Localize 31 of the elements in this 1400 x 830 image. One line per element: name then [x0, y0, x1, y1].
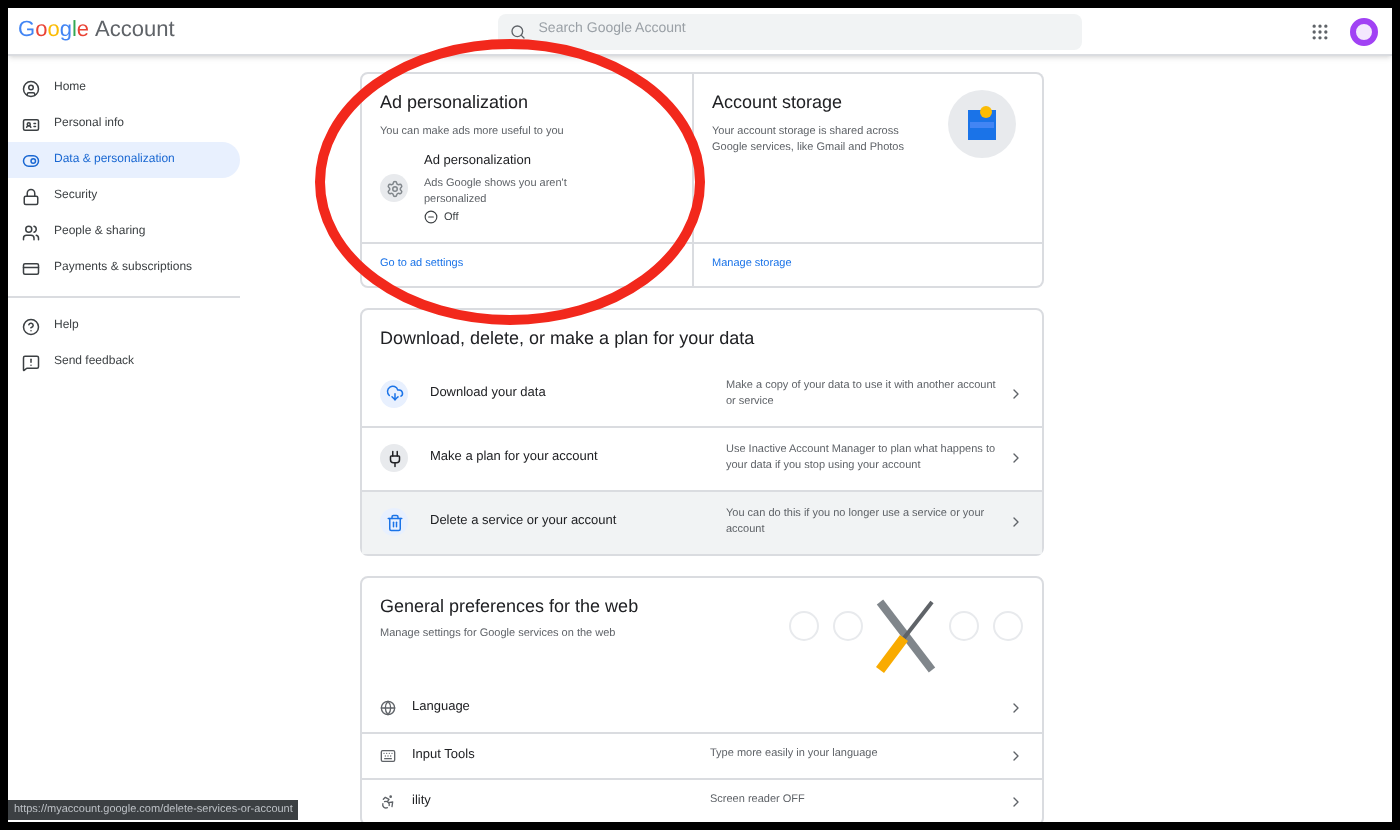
cloud-download-icon [380, 379, 408, 407]
apps-icon[interactable] [1310, 21, 1330, 41]
chevron-right-icon [1008, 514, 1024, 530]
search-icon [510, 23, 527, 39]
nav-icon [22, 115, 40, 133]
product-name: Account [95, 16, 175, 47]
nav-icon [22, 187, 40, 205]
chevron-right-icon [1008, 385, 1024, 401]
trash-icon [380, 508, 408, 536]
chevron-right-icon [1008, 747, 1024, 763]
chevron-right-icon [1008, 450, 1024, 466]
ad-settings-icon [380, 174, 408, 203]
card-title: Ad personalization [380, 90, 531, 116]
chevron-right-icon [1008, 700, 1024, 716]
nav-icon [22, 259, 40, 277]
keyboard-icon [380, 747, 396, 763]
card-title: General preferences for the web [380, 593, 641, 620]
storage-cabinet-icon [948, 90, 1016, 158]
nav-icon [22, 317, 40, 335]
globe-icon [380, 700, 396, 716]
google-logo[interactable]: Google [18, 14, 90, 48]
accessibility-icon [380, 793, 396, 809]
nav-icon [22, 223, 40, 241]
card-title: Download, delete, or make a plan for your data [378, 326, 757, 352]
plug-icon [380, 444, 408, 472]
nav-icon [22, 151, 40, 169]
chevron-right-icon [1008, 793, 1024, 809]
card-title: Account storage [712, 90, 845, 116]
nav-icon [22, 353, 40, 371]
nav-icon [22, 79, 40, 97]
avatar[interactable] [1350, 17, 1378, 45]
